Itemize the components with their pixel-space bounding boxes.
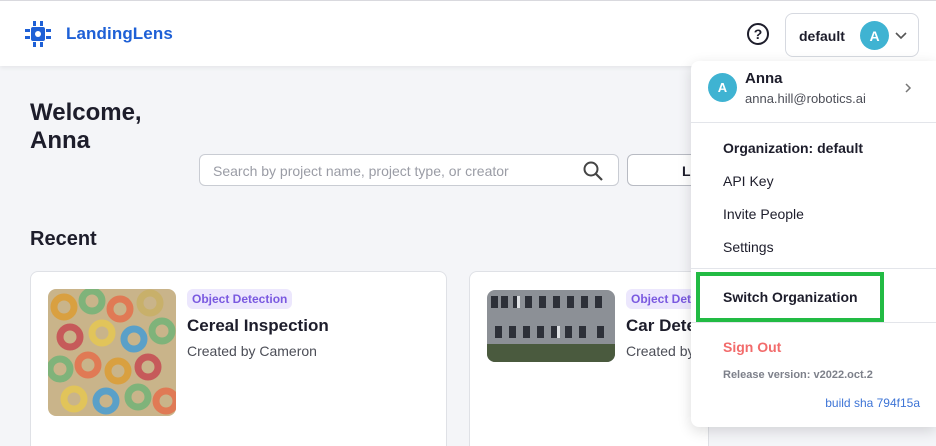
brand-name[interactable]: LandingLens xyxy=(66,24,173,44)
user-name[interactable]: Anna xyxy=(745,70,783,87)
help-icon[interactable]: ? xyxy=(747,23,769,45)
page-title: Welcome, Anna xyxy=(30,99,142,154)
release-version: Release version: v2022.oct.2 xyxy=(723,369,873,381)
menu-item-sign-out[interactable]: Sign Out xyxy=(723,339,781,355)
divider xyxy=(691,322,936,323)
project-title[interactable]: Cereal Inspection xyxy=(187,316,329,336)
menu-item-organization: Organization: default xyxy=(723,140,863,156)
top-bar: LandingLens ? default A xyxy=(0,0,936,66)
project-type-badge: Object Detection xyxy=(187,289,293,309)
menu-item-invite-people[interactable]: Invite People xyxy=(723,206,804,222)
divider xyxy=(691,268,936,269)
divider xyxy=(691,122,936,123)
project-title[interactable]: Car Dete xyxy=(626,316,696,336)
menu-item-api-key[interactable]: API Key xyxy=(723,173,774,189)
search-input[interactable]: Search by project name, project type, or… xyxy=(199,154,619,186)
org-name: default xyxy=(799,28,845,44)
project-type-badge: Object Det xyxy=(626,289,697,309)
project-thumbnail xyxy=(487,290,615,362)
search-icon[interactable] xyxy=(582,160,604,182)
project-creator: Created by Cameron xyxy=(187,343,317,359)
menu-item-switch-organization[interactable]: Switch Organization xyxy=(723,289,858,305)
search-placeholder: Search by project name, project type, or… xyxy=(213,163,509,179)
user-email[interactable]: anna.hill@robotics.ai xyxy=(745,91,866,106)
project-creator: Created by xyxy=(626,343,695,359)
chevron-right-icon[interactable] xyxy=(902,82,914,94)
org-switcher-button[interactable]: default A xyxy=(785,13,919,57)
menu-item-settings[interactable]: Settings xyxy=(723,239,774,255)
project-card[interactable]: Object Det Car Dete Created by xyxy=(469,271,709,446)
project-card[interactable]: Object Detection Cereal Inspection Creat… xyxy=(30,271,447,446)
logo-icon[interactable] xyxy=(22,18,54,50)
avatar: A xyxy=(708,73,737,102)
account-dropdown-menu: A Anna anna.hill@robotics.ai Organizatio… xyxy=(691,61,936,427)
build-sha: build sha 794f15a xyxy=(825,396,920,410)
chevron-down-icon xyxy=(895,32,907,40)
avatar: A xyxy=(860,21,889,50)
recent-heading: Recent xyxy=(30,228,97,250)
project-thumbnail xyxy=(48,289,176,416)
